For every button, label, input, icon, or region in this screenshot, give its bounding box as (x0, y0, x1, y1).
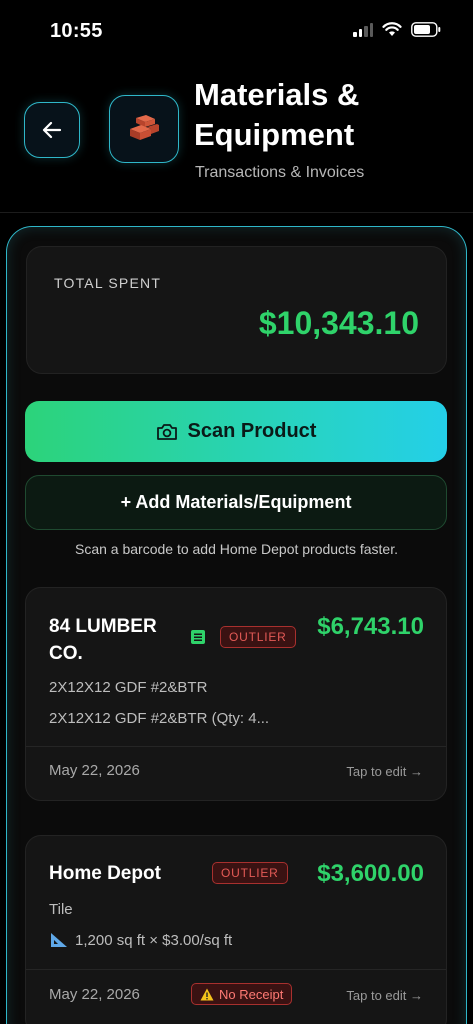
total-spent-card: TOTAL SPENT $10,343.10 (26, 246, 447, 374)
item-line-2: 1,200 sq ft × $3.00/sq ft (49, 931, 232, 949)
status-bar: 10:55 (0, 0, 473, 60)
camera-icon (156, 423, 177, 440)
tap-to-edit-link[interactable]: Tap to edit → (346, 764, 423, 779)
ruler-icon (51, 933, 67, 947)
wifi-icon (382, 22, 402, 36)
scan-hint-text: Scan a barcode to add Home Depot product… (75, 541, 398, 557)
back-button[interactable] (24, 102, 80, 158)
back-arrow-icon (42, 121, 62, 139)
brick-icon (130, 115, 159, 140)
status-time: 10:55 (50, 20, 103, 42)
transaction-card[interactable]: Home Depot OUTLIER $3,600.00 Tile 1,200 … (25, 835, 447, 1024)
battery-icon (411, 22, 441, 37)
status-icons (353, 22, 441, 37)
document-icon (191, 630, 205, 644)
item-line-2: 2X12X12 GDF #2&BTR (Qty: 4... (49, 710, 270, 727)
no-receipt-badge: No Receipt (191, 983, 293, 1005)
scan-product-label: Scan Product (187, 420, 317, 442)
transaction-date: May 22, 2026 (49, 762, 140, 779)
vendor-name-line1: 84 LUMBER (49, 616, 157, 637)
item-measure-text: 1,200 sq ft × $3.00/sq ft (75, 931, 233, 949)
header: Materials & Equipment Transactions & Inv… (0, 60, 473, 212)
page-title: Materials & Equipment (194, 77, 360, 152)
add-materials-button[interactable]: + Add Materials/Equipment (25, 475, 447, 530)
scan-product-button[interactable]: Scan Product (25, 401, 447, 462)
transaction-card[interactable]: 84 LUMBER CO. OUTLIER $6,743.10 2X12X12 … (25, 587, 447, 801)
category-logo (109, 95, 179, 163)
vendor-name-line2: CO. (49, 643, 83, 664)
tap-to-edit-link[interactable]: Tap to edit → (346, 988, 423, 1003)
page-subtitle: Transactions & Invoices (195, 164, 365, 181)
outlier-badge: OUTLIER (212, 862, 288, 884)
item-line-1: Tile (49, 901, 73, 918)
transaction-amount: $3,600.00 (317, 860, 424, 887)
add-materials-label: + Add Materials/Equipment (120, 492, 352, 512)
item-line-1: 2X12X12 GDF #2&BTR (49, 679, 208, 696)
transaction-date: May 22, 2026 (49, 986, 140, 1003)
transaction-amount: $6,743.10 (317, 613, 424, 640)
total-spent-value: $10,343.10 (258, 305, 419, 341)
header-divider (0, 212, 473, 213)
card-divider (26, 746, 446, 747)
no-receipt-label: No Receipt (219, 986, 284, 1002)
warning-icon (200, 988, 214, 1000)
card-divider (26, 969, 446, 970)
total-spent-label: TOTAL SPENT (54, 275, 162, 291)
vendor-name: Home Depot (49, 863, 161, 884)
signal-icon (353, 22, 373, 37)
vendor-name: 84 LUMBER CO. (49, 613, 157, 667)
outlier-badge: OUTLIER (220, 626, 296, 648)
